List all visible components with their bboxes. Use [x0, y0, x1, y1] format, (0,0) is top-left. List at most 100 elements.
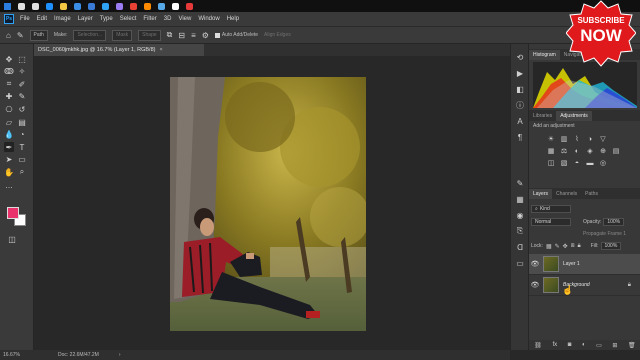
- taskbar-app[interactable]: [112, 0, 126, 12]
- taskbar-app[interactable]: [14, 0, 28, 12]
- lock-transparent-icon[interactable]: ▦: [546, 243, 552, 250]
- taskbar-app[interactable]: [84, 0, 98, 12]
- document-photo[interactable]: [170, 77, 366, 331]
- marquee-tool-icon[interactable]: ⬚: [17, 54, 27, 64]
- blend-mode-select[interactable]: Normal: [531, 218, 571, 226]
- close-document-icon[interactable]: ×: [159, 47, 162, 53]
- mask-button[interactable]: Mask: [112, 29, 133, 41]
- document-tab[interactable]: DSC_0060jmkhk.jpg @ 16.7% (Layer 1, RGB/…: [34, 44, 204, 56]
- opacity-input[interactable]: 100%: [603, 218, 625, 226]
- link-layers-icon[interactable]: ⛓: [534, 342, 542, 349]
- taskbar-app[interactable]: [28, 0, 42, 12]
- taskbar-app[interactable]: [56, 0, 70, 12]
- info-panel-icon[interactable]: ⓘ: [515, 100, 525, 110]
- black-white-icon[interactable]: ◐: [573, 147, 581, 155]
- menu-window[interactable]: Window: [198, 16, 219, 22]
- menu-type[interactable]: Type: [100, 16, 113, 22]
- quick-mask-icon[interactable]: ◫: [7, 234, 17, 244]
- clone-stamp-icon[interactable]: ⎔: [4, 104, 14, 114]
- clone-source-icon[interactable]: ⎘: [515, 226, 525, 236]
- channel-mixer-icon[interactable]: ⊕: [599, 147, 607, 155]
- actions-panel-icon[interactable]: ▶: [515, 68, 525, 78]
- history-panel-icon[interactable]: ⟲: [515, 52, 525, 62]
- tab-paths[interactable]: Paths: [581, 189, 602, 199]
- tab-libraries[interactable]: Libraries: [529, 111, 556, 121]
- dodge-tool-icon[interactable]: ◔: [17, 130, 27, 140]
- menu-layer[interactable]: Layer: [78, 16, 93, 22]
- home-icon[interactable]: ⌂: [6, 31, 11, 40]
- color-lookup-icon[interactable]: ▤: [612, 147, 620, 155]
- lock-all-icon[interactable]: 🔒︎: [578, 243, 581, 250]
- lock-position-icon[interactable]: ✥: [563, 243, 568, 250]
- posterize-icon[interactable]: ▧: [560, 159, 568, 167]
- blur-tool-icon[interactable]: 💧: [4, 130, 14, 140]
- styles-panel-icon[interactable]: ◉: [515, 210, 525, 220]
- curves-icon[interactable]: ⌇: [573, 135, 581, 143]
- taskbar-app[interactable]: [98, 0, 112, 12]
- layer-style-icon[interactable]: fx: [552, 342, 557, 348]
- taskbar-app[interactable]: [0, 0, 14, 12]
- lock-artboard-icon[interactable]: ⧈: [571, 243, 575, 250]
- invert-icon[interactable]: ◫: [547, 159, 555, 167]
- taskbar-app[interactable]: [154, 0, 168, 12]
- selection-button[interactable]: Selection...: [73, 29, 107, 41]
- visibility-eye-icon[interactable]: 👁︎: [529, 260, 541, 268]
- new-group-icon[interactable]: ▭: [596, 342, 602, 349]
- menu-file[interactable]: File: [20, 16, 30, 22]
- brush-tool-icon[interactable]: ✎: [17, 92, 27, 102]
- lasso-tool-icon[interactable]: ↂ: [4, 67, 14, 77]
- subscribe-badge[interactable]: SUBSCRIBE NOW: [565, 0, 637, 72]
- taskbar-app[interactable]: [126, 0, 140, 12]
- pen-tool-preset-icon[interactable]: ✎: [17, 31, 24, 40]
- tab-channels[interactable]: Channels: [552, 189, 581, 199]
- lock-pixels-icon[interactable]: ✎: [555, 243, 560, 250]
- pen-tool-icon[interactable]: ✒: [4, 142, 14, 153]
- brightness-contrast-icon[interactable]: ☀: [547, 135, 555, 143]
- menu-edit[interactable]: Edit: [37, 16, 47, 22]
- tab-histogram[interactable]: Histogram: [529, 50, 560, 60]
- zoom-tool-icon[interactable]: ⌕: [17, 167, 27, 177]
- path-alignment-icon[interactable]: ⊟: [178, 31, 185, 40]
- menu-filter[interactable]: Filter: [143, 16, 156, 22]
- new-adjustment-layer-icon[interactable]: ◐: [582, 342, 586, 348]
- path-select-icon[interactable]: ➤: [4, 155, 14, 165]
- paragraph-panel-icon[interactable]: ¶: [515, 132, 525, 142]
- photo-filter-icon[interactable]: ◈: [586, 147, 594, 155]
- taskbar-app[interactable]: [168, 0, 182, 12]
- quick-select-icon[interactable]: ✧: [17, 67, 27, 77]
- taskbar-app[interactable]: [42, 0, 56, 12]
- eyedropper-icon[interactable]: ✐: [17, 79, 27, 89]
- settings-gear-icon[interactable]: ⚙: [202, 31, 209, 40]
- kind-filter-select[interactable]: ⌕ Kind: [531, 205, 571, 213]
- glyphs-panel-icon[interactable]: Ɑ: [515, 242, 525, 252]
- color-balance-icon[interactable]: ⚖: [560, 147, 568, 155]
- healing-brush-icon[interactable]: ✚: [4, 92, 14, 102]
- path-mode-select[interactable]: Path: [29, 29, 48, 41]
- menu-image[interactable]: Image: [54, 16, 71, 22]
- foreground-color-swatch[interactable]: [7, 207, 19, 219]
- path-arrangement-icon[interactable]: ≡: [191, 31, 196, 40]
- menu-select[interactable]: Select: [120, 16, 137, 22]
- levels-icon[interactable]: ▥: [560, 135, 568, 143]
- layer-row-background[interactable]: 👁︎ Background 🔒︎: [529, 275, 640, 296]
- visibility-eye-icon[interactable]: 👁︎: [529, 281, 541, 289]
- zoom-level[interactable]: 16.67%: [0, 350, 34, 360]
- align-edges-checkbox[interactable]: Align Edges: [264, 32, 291, 38]
- taskbar-app[interactable]: [140, 0, 154, 12]
- menu-3d[interactable]: 3D: [164, 16, 172, 22]
- tab-layers[interactable]: Layers: [529, 189, 553, 199]
- auto-add-delete-checkbox[interactable]: Auto Add/Delete: [214, 32, 258, 38]
- brushes-panel-icon[interactable]: ✎: [515, 178, 525, 188]
- propagate-frame-checkbox[interactable]: Propagate Frame 1: [583, 231, 626, 237]
- threshold-icon[interactable]: ◓: [573, 159, 581, 167]
- new-layer-icon[interactable]: ⊞: [612, 342, 617, 349]
- add-mask-icon[interactable]: ◙: [568, 342, 572, 348]
- fill-input[interactable]: 100%: [600, 242, 622, 250]
- character-panel-icon[interactable]: A: [515, 116, 525, 126]
- taskbar-app[interactable]: [182, 0, 196, 12]
- history-brush-icon[interactable]: ↺: [17, 104, 27, 114]
- move-tool-icon[interactable]: ✥: [4, 54, 14, 64]
- shape-button[interactable]: Shape: [138, 29, 161, 41]
- more-tools-icon[interactable]: …: [4, 180, 14, 190]
- gradient-tool-icon[interactable]: ▤: [17, 117, 27, 127]
